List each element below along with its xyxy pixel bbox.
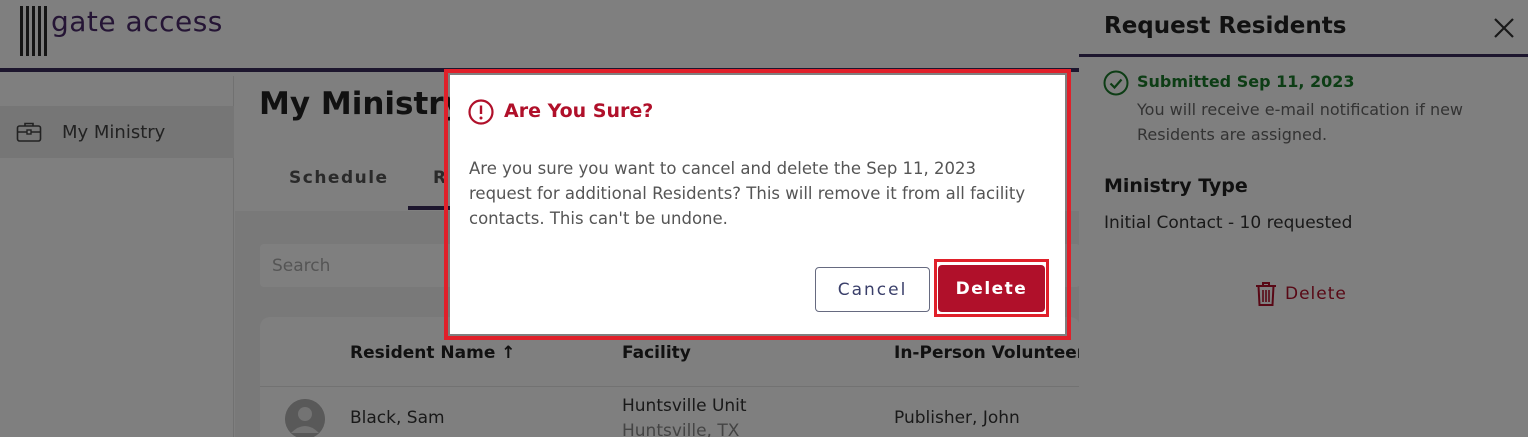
delete-button[interactable]: Delete [938, 265, 1045, 312]
dialog-message: Are you sure you want to cancel and dele… [469, 159, 1026, 228]
alert-circle-icon [468, 99, 494, 125]
confirm-dialog: Are You Sure? Are you sure you want to c… [450, 75, 1065, 334]
dialog-title: Are You Sure? [504, 100, 654, 122]
cancel-button[interactable]: Cancel [815, 267, 930, 312]
